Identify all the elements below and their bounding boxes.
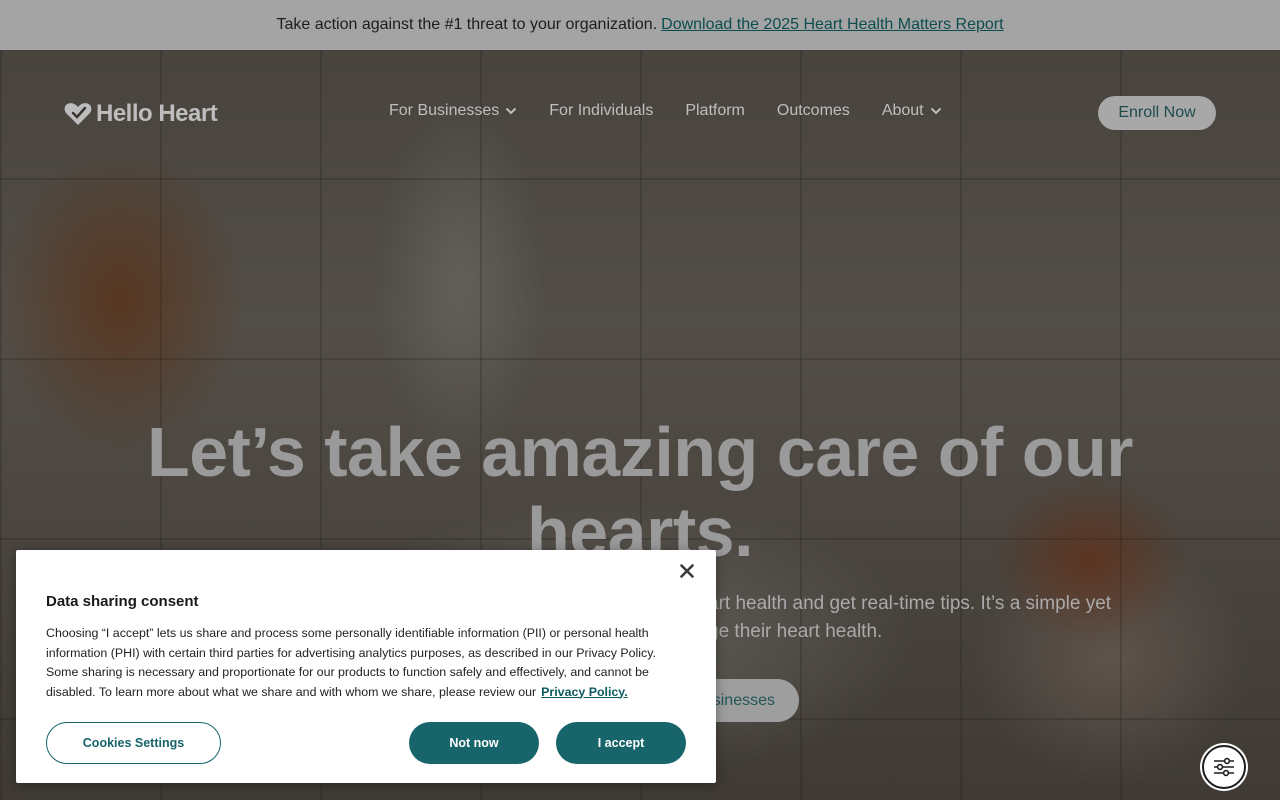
nav-item-label: For Businesses [389,102,500,119]
announcement-text: Take action against the #1 threat to you… [276,16,658,33]
nav-item-label: Outcomes [776,102,850,119]
logo-wordmark: Hello Heart [96,100,218,127]
not-now-button[interactable]: Not now [409,722,539,764]
heart-logo-icon [64,103,92,125]
close-icon [680,564,694,578]
hero-headline-line-1: Let’s take amazing care of our [146,413,1134,491]
nav-item-label: For Individuals [549,102,654,119]
accept-button[interactable]: I accept [556,722,686,764]
main-nav: Hello Heart For Businesses For Individua… [0,50,1280,176]
enroll-now-button[interactable]: Enroll Now [1098,96,1216,130]
chevron-down-icon [506,107,517,115]
privacy-policy-link[interactable]: Privacy Policy. [541,685,628,699]
nav-item-for-individuals[interactable]: For Individuals [549,102,653,120]
nav-item-about[interactable]: About [882,102,942,120]
consent-body: Choosing “I accept” lets us share and pr… [46,624,686,702]
hero-subtext-line-2: ge their heart health. [708,621,883,642]
close-button[interactable] [676,560,698,582]
consent-dialog: Data sharing consent Choosing “I accept”… [16,550,716,783]
chevron-down-icon [930,107,941,115]
nav-item-label: Platform [685,102,745,119]
cookies-settings-button[interactable]: Cookies Settings [46,722,221,764]
report-download-link[interactable]: Download the 2025 Heart Health Matters R… [661,16,1003,34]
privacy-preferences-button[interactable] [1202,745,1246,789]
nav-item-outcomes[interactable]: Outcomes [777,102,850,120]
hero-subtext: art health and get real-time tips. It’s … [708,590,1168,646]
nav-menu: For Businesses For Individuals Platform … [389,102,942,120]
nav-item-for-businesses[interactable]: For Businesses [389,102,517,120]
hello-heart-logo[interactable]: Hello Heart [64,100,218,128]
announcement-bar: Take action against the #1 threat to you… [0,0,1280,50]
nav-item-platform[interactable]: Platform [685,102,745,120]
hero-subtext-line-1: art health and get real-time tips. It’s … [708,593,1112,614]
hero-headline: Let’s take amazing care of our hearts. [0,412,1280,572]
consent-title: Data sharing consent [46,593,199,610]
nav-item-label: About [881,102,924,119]
sliders-icon [1214,757,1234,777]
